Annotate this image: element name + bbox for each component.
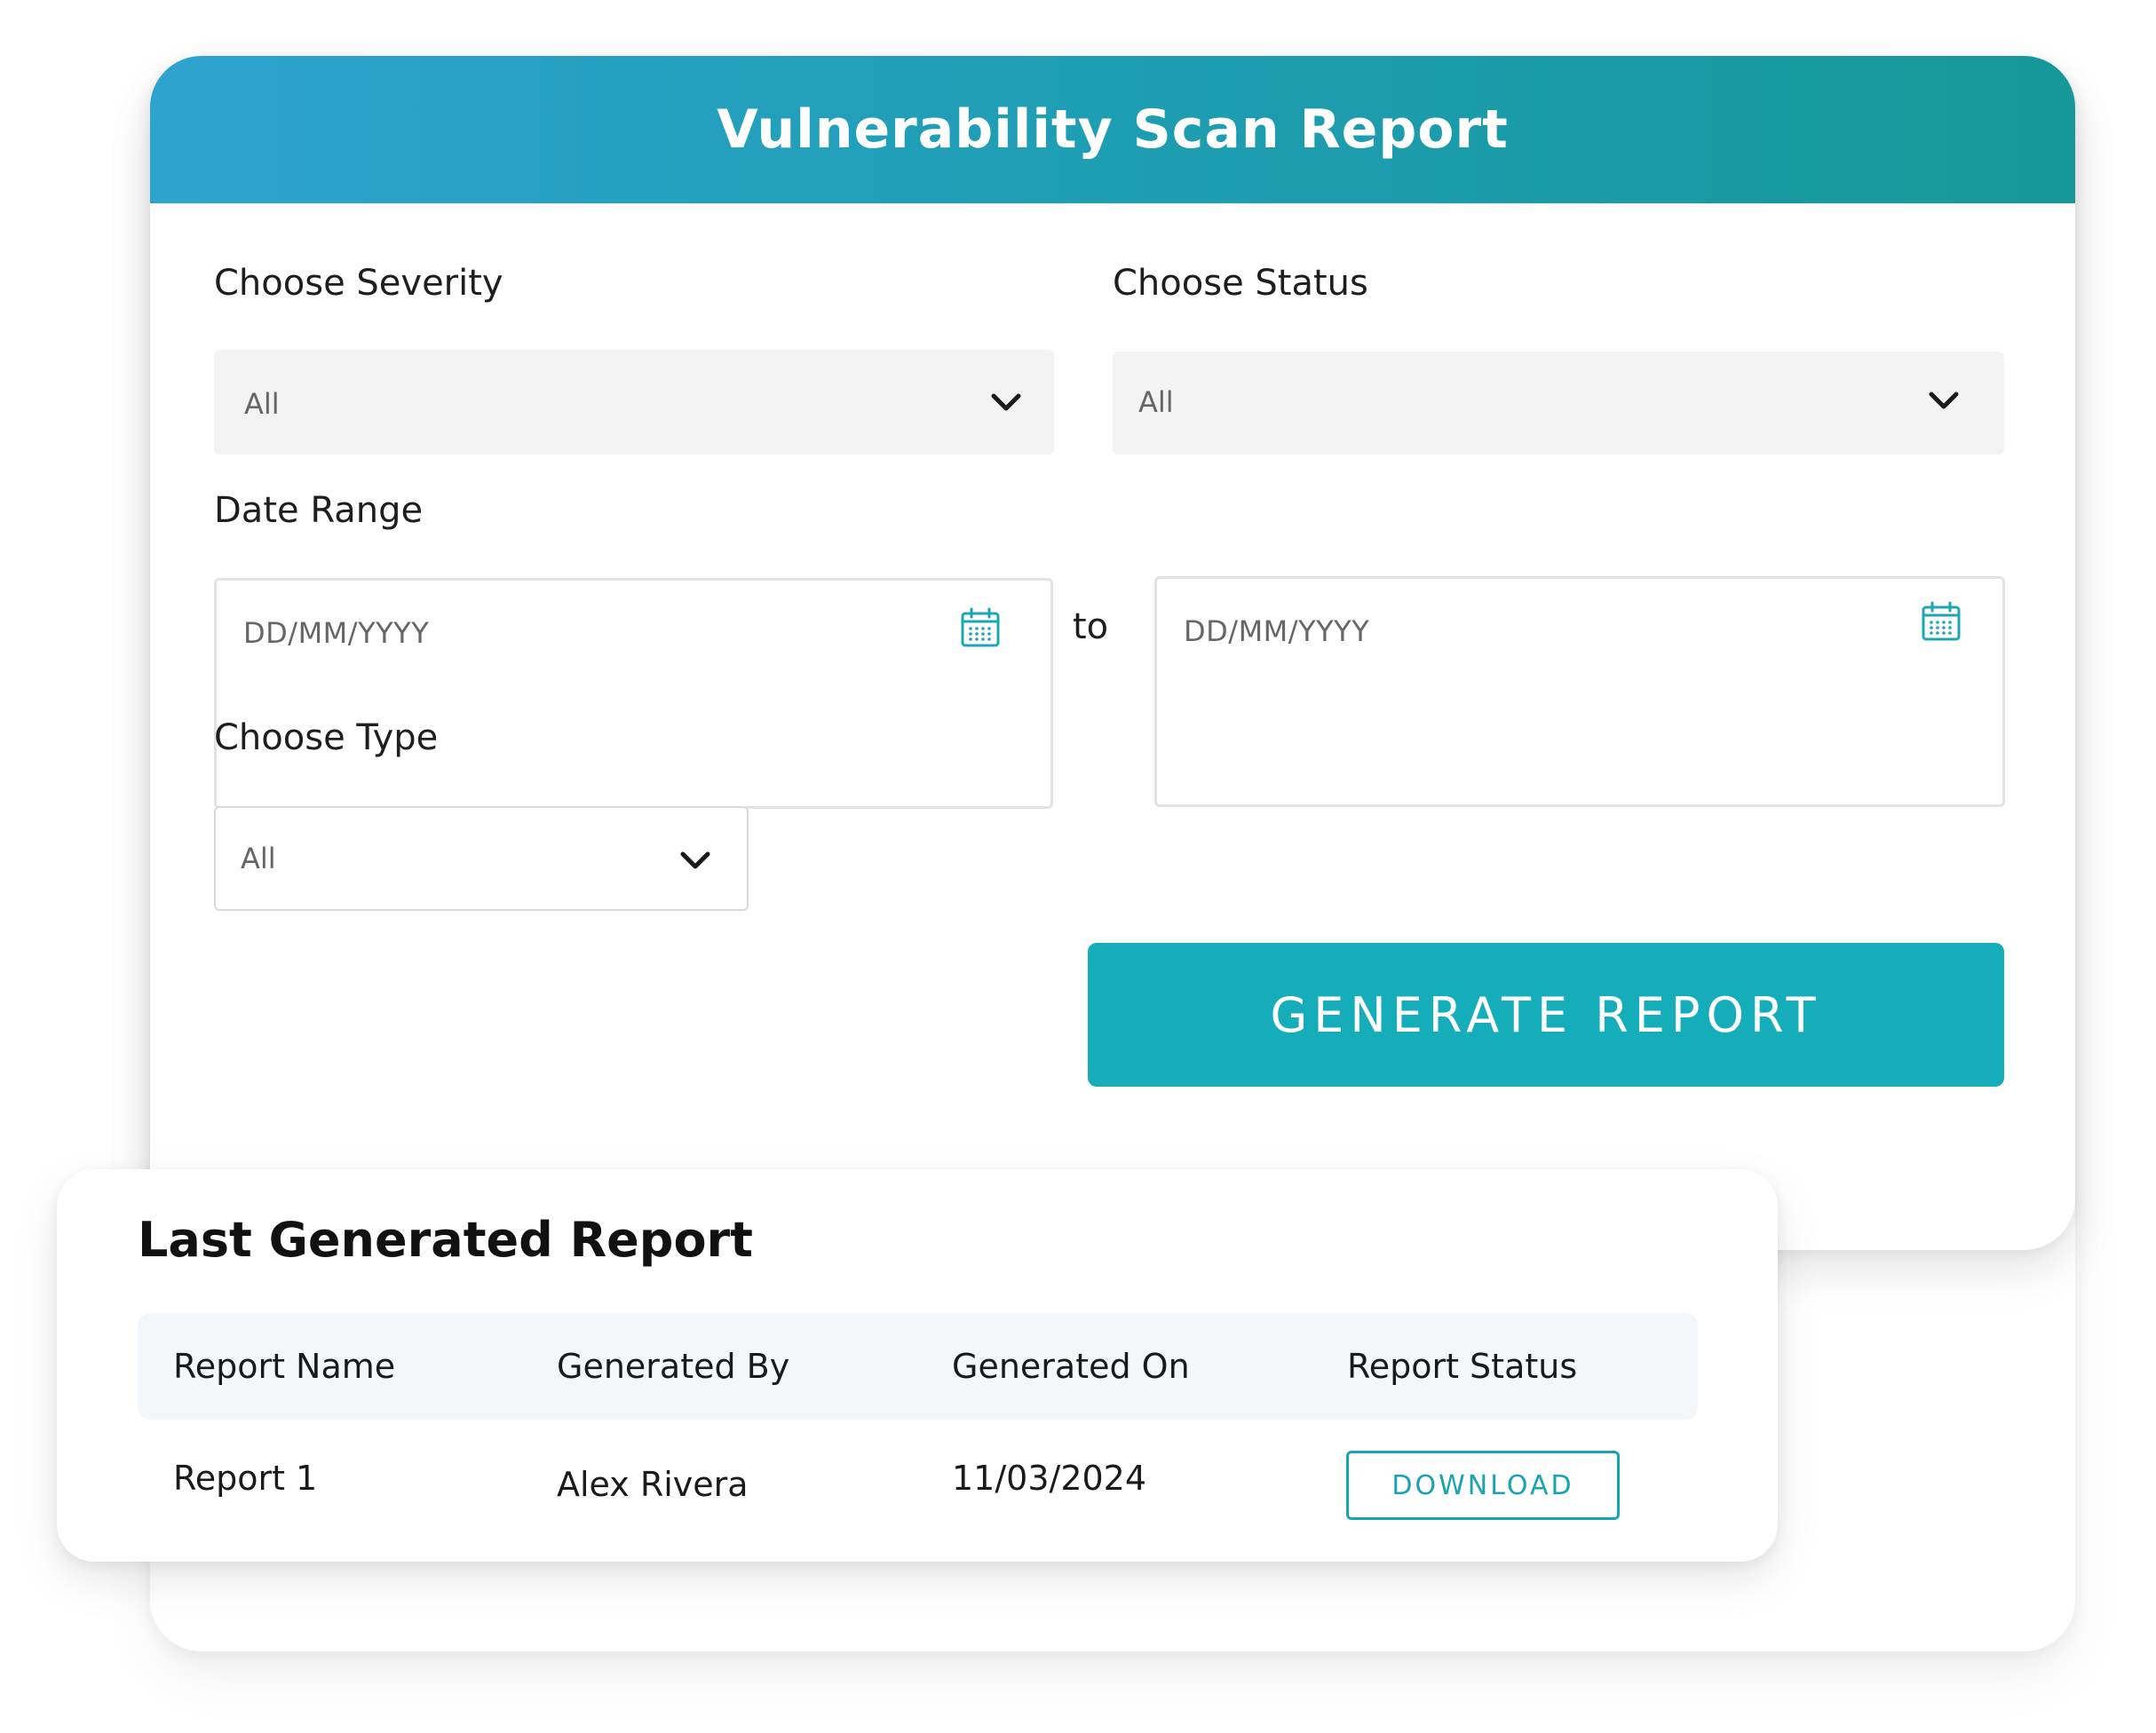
type-select[interactable]: All [214,806,749,911]
last-report-card: Last Generated Report Report Name Genera… [57,1169,1778,1562]
report-name-cell: Report 1 [173,1459,318,1498]
chevron-down-icon [680,851,710,869]
generate-report-label: GENERATE REPORT [1270,986,1822,1043]
column-header-generated-on: Generated On [952,1347,1190,1386]
download-button[interactable]: DOWNLOAD [1346,1451,1620,1520]
chevron-down-icon [991,393,1021,411]
download-label: DOWNLOAD [1391,1469,1574,1501]
generated-by-cell: Alex Rivera [557,1465,749,1504]
severity-select-value: All [244,387,280,421]
panel-header: Vulnerability Scan Report [150,56,2075,203]
report-generator-panel: Vulnerability Scan Report Choose Severit… [150,56,2075,1250]
table-header: Report Name Generated By Generated On Re… [138,1313,1698,1420]
calendar-icon[interactable] [959,606,1002,649]
generate-report-button[interactable]: GENERATE REPORT [1088,943,2004,1087]
date-from-field[interactable]: DD/MM/YYYY [214,578,1053,809]
type-label: Choose Type [214,717,439,758]
page-title: Vulnerability Scan Report [717,99,1509,161]
date-range-separator: to [1073,606,1109,647]
severity-label: Choose Severity [214,263,503,304]
type-select-value: All [241,842,276,875]
status-select-value: All [1138,385,1174,419]
chevron-down-icon [1929,392,1959,409]
column-header-report-status: Report Status [1347,1347,1578,1386]
date-to-field[interactable]: DD/MM/YYYY [1154,576,2005,807]
severity-select[interactable]: All [214,350,1054,455]
date-to-placeholder: DD/MM/YYYY [1184,614,1370,648]
date-from-placeholder: DD/MM/YYYY [243,616,430,650]
calendar-icon[interactable] [1920,600,1962,643]
generated-on-cell: 11/03/2024 [952,1459,1147,1498]
column-header-report-name: Report Name [173,1347,396,1386]
column-header-generated-by: Generated By [557,1347,790,1386]
stage: Vulnerability Scan Report Choose Severit… [0,0,2156,1733]
status-select[interactable]: All [1113,352,2004,455]
date-range-label: Date Range [214,490,424,531]
status-label: Choose Status [1113,263,1368,304]
last-report-title: Last Generated Report [138,1212,753,1268]
chevron-down-icon [1058,350,1094,385]
